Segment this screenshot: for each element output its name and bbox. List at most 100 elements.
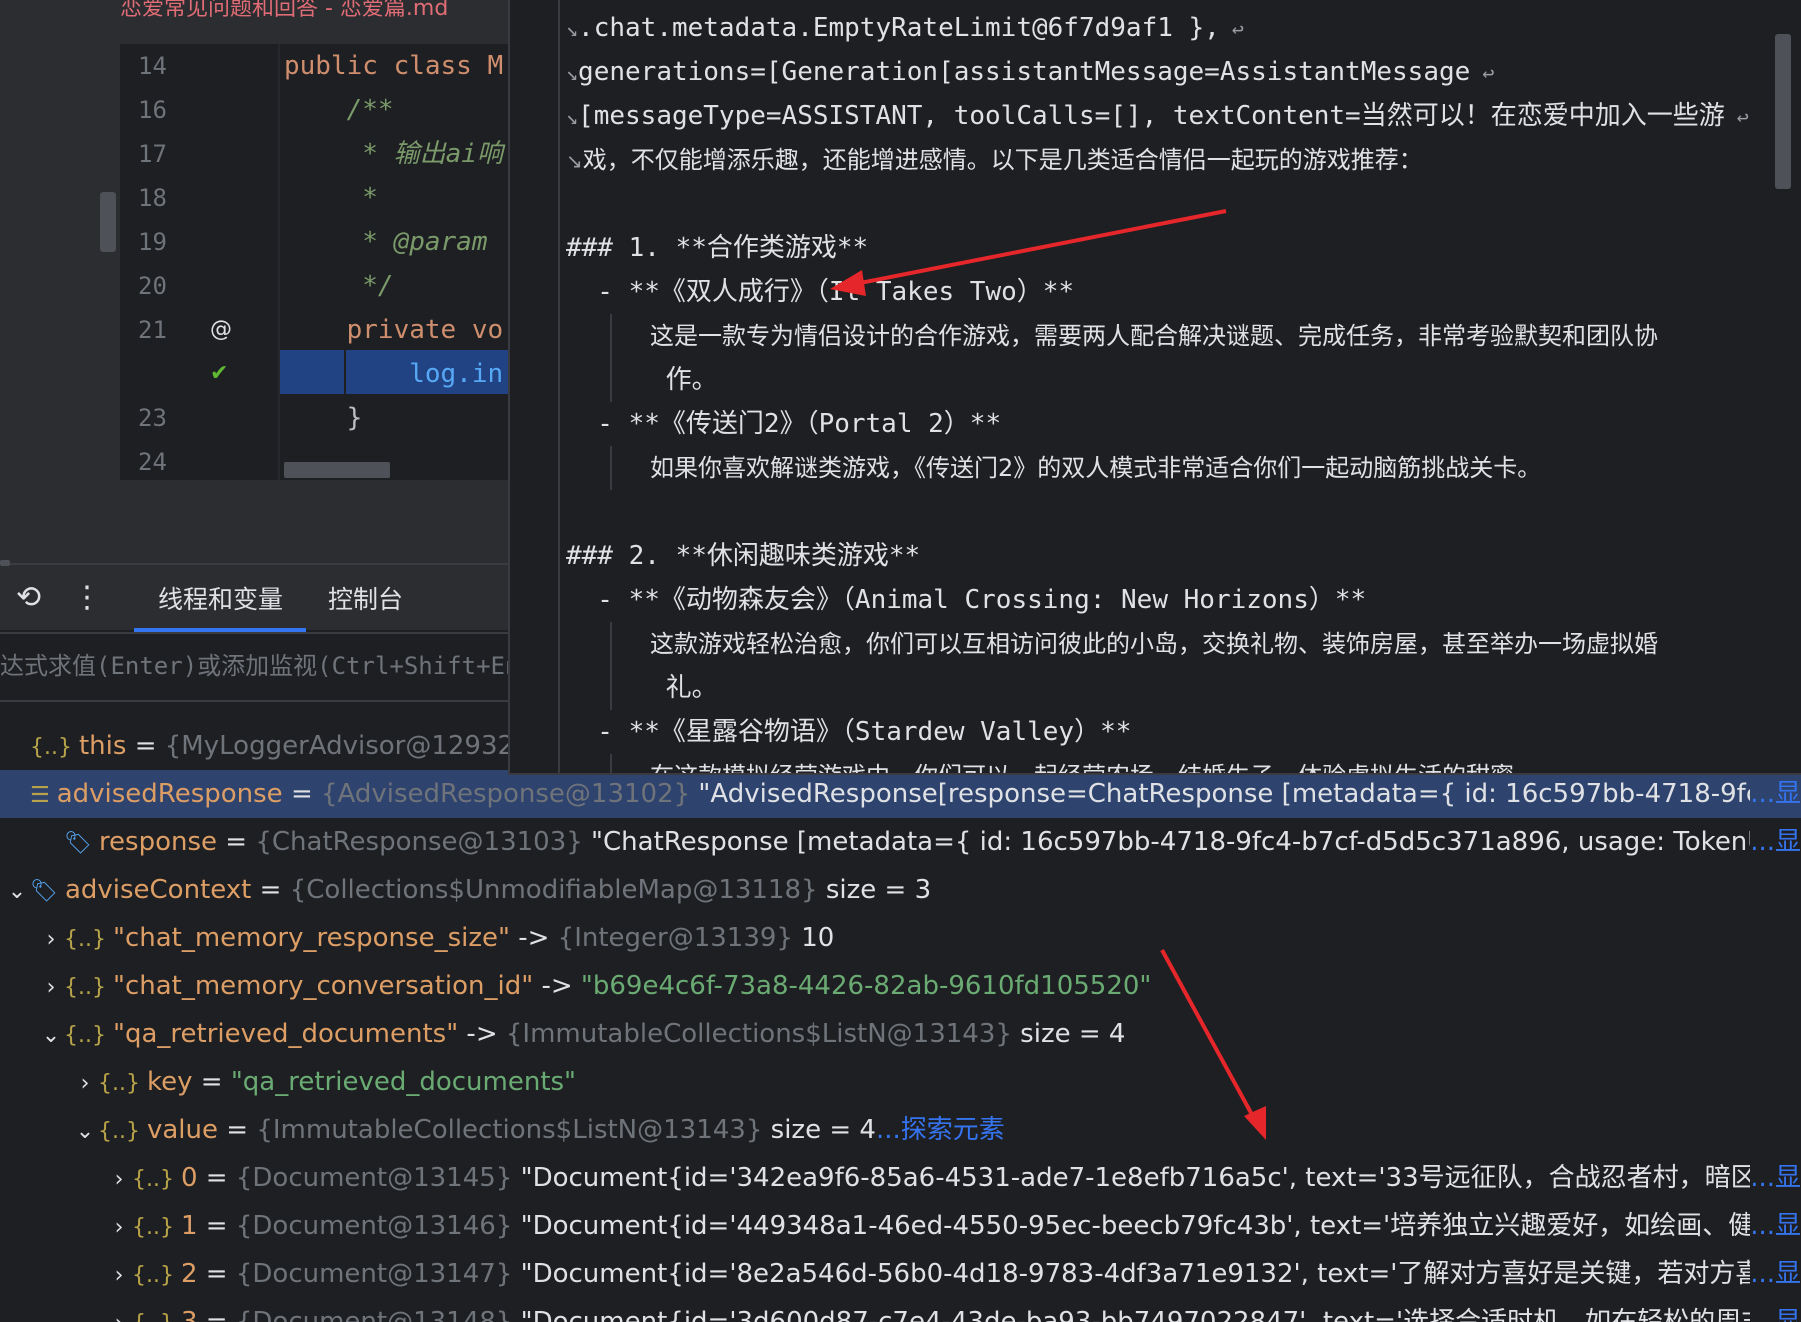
variable-row[interactable]: ›{..} 3 = {Document@13148} "Document{id=…	[0, 1298, 1801, 1322]
object-icon: {..}	[132, 1311, 181, 1322]
code-editor[interactable]: 恋爱常见问题和回答 - 恋爱篇.md 14 public class M 16 /*…	[0, 0, 510, 480]
popup-line: 这是一款专为情侣设计的合作游戏，需要两人配合解决谜题、完成任务，非常考验默契和团…	[650, 314, 1658, 358]
collapse-chevron-icon[interactable]: ⌄	[72, 1108, 98, 1154]
show-more-link[interactable]: ...显	[1750, 770, 1801, 818]
object-icon: {..}	[132, 1263, 181, 1288]
variable-name: "qa_retrieved_documents"	[112, 1019, 459, 1049]
expand-chevron-icon[interactable]: ›	[106, 1156, 132, 1202]
collapse-chevron-icon[interactable]: ⌄	[4, 868, 30, 914]
variable-row[interactable]: › {..} "chat_memory_response_size" -> {In…	[0, 914, 1801, 962]
tabs-divider	[0, 632, 510, 634]
code-line: *	[284, 183, 378, 213]
variable-type: {ImmutableCollections$ListN@13143}	[256, 1115, 763, 1145]
variable-value: size = 3	[817, 875, 932, 905]
variable-row[interactable]: ☰ advisedResponse = {AdvisedResponse@131…	[0, 770, 1801, 818]
gutter-row: ✔	[120, 352, 280, 396]
field-tag-icon: 🏷	[64, 831, 99, 856]
more-options-icon[interactable]: ⋮	[72, 580, 102, 616]
popup-line-text: [messageType=ASSISTANT, toolCalls=[], te…	[578, 101, 1725, 131]
collapse-chevron-icon[interactable]: ⌄	[38, 1012, 64, 1058]
show-more-link[interactable]: ...显	[1750, 1250, 1801, 1298]
show-more-link[interactable]: ...显	[1750, 1298, 1801, 1322]
variables-tree[interactable]: {..} this = {MyLoggerAdvisor@12932} ☰ adv…	[0, 712, 1801, 1322]
line-number: 20	[138, 272, 167, 300]
popup-line-text: - **《星露谷物语》（Stardew Valley）**	[566, 717, 1132, 747]
variable-operator: =	[192, 1067, 231, 1097]
popup-line: 礼。	[650, 666, 718, 710]
code-line: log.in	[284, 359, 504, 389]
variable-row[interactable]: 🏷 response = {ChatResponse@13103} "ChatR…	[0, 818, 1801, 866]
variable-row[interactable]: › {..} key = "qa_retrieved_documents"	[0, 1058, 1801, 1106]
variable-row[interactable]: › {..} 1 = {Document@13146} "Document{id=…	[0, 1202, 1801, 1250]
line-number: 21	[138, 316, 167, 344]
variable-row[interactable]: › {..} 0 = {Document@13145} "Document{id=…	[0, 1154, 1801, 1202]
popup-line-text: 这是一款专为情侣设计的合作游戏，需要两人配合解决谜题、完成任务，非常考验默契和团…	[650, 322, 1658, 350]
variable-row[interactable]: ⌄ {..} value = {ImmutableCollections$List…	[0, 1106, 1801, 1154]
rerun-icon[interactable]: ⟲	[16, 580, 41, 616]
override-marker-icon[interactable]: @	[210, 308, 232, 352]
popup-line-text: 如果你喜欢解谜类游戏，《传送门2》的双人模式非常适合你们一起动脑筋挑战关卡。	[650, 454, 1542, 482]
variable-type: {Document@13145}	[235, 1163, 513, 1193]
object-icon: {..}	[132, 1215, 181, 1240]
variable-row[interactable]: › {..} "chat_memory_conversation_id" -> "…	[0, 962, 1801, 1010]
expand-chevron-icon[interactable]: ›	[38, 964, 64, 1010]
popup-line-text: generations=[Generation[assistantMessage…	[578, 57, 1471, 87]
explore-elements-link[interactable]: ...探索元素	[876, 1115, 1005, 1145]
evaluate-expression-input[interactable]: 达式求值(Enter)或添加监视(Ctrl+Shift+Enter)	[0, 648, 510, 684]
variable-name: 0	[180, 1163, 198, 1193]
variable-row[interactable]: ⌄ {..} "qa_retrieved_documents" -> {Immut…	[0, 1010, 1801, 1058]
popup-line: - **《动物森友会》（Animal Crossing: New Horizon…	[566, 578, 1366, 622]
indent-guide	[610, 666, 612, 710]
variable-operator: =	[217, 827, 256, 857]
variable-name: advisedResponse	[56, 779, 283, 809]
line-number: 17	[138, 140, 167, 168]
variable-row[interactable]: ⌄ 🏷 adviseContext = {Collections$Unmodifi…	[0, 866, 1801, 914]
popup-line: ↘[messageType=ASSISTANT, toolCalls=[], t…	[566, 94, 1749, 139]
variable-operator: =	[251, 875, 290, 905]
popup-line-text: ### 1. **合作类游戏**	[566, 233, 869, 263]
show-more-link[interactable]: ...显	[1750, 1202, 1801, 1250]
expand-chevron-icon[interactable]: ›	[38, 916, 64, 962]
popup-scroll-thumb[interactable]	[1775, 34, 1791, 189]
expand-chevron-icon[interactable]: ›	[106, 1300, 132, 1322]
expand-chevron-icon[interactable]: ›	[106, 1204, 132, 1250]
variable-value: size = 4	[1011, 1019, 1126, 1049]
panel-resize-handle[interactable]	[0, 560, 10, 566]
variable-string-value: "b69e4c6f-73a8-4426-82ab-9610fd105520"	[580, 971, 1152, 1001]
variable-operator: =	[197, 1163, 236, 1193]
variable-name: 3	[180, 1307, 198, 1322]
show-more-link[interactable]: ...显	[1750, 818, 1801, 866]
popup-line-text: 礼。	[650, 673, 718, 703]
soft-wrap-start-icon: ↘	[566, 61, 579, 85]
popup-line: ### 2. **休闲趣味类游戏**	[566, 534, 920, 578]
popup-line: 如果你喜欢解谜类游戏，《传送门2》的双人模式非常适合你们一起动脑筋挑战关卡。	[650, 446, 1541, 490]
object-icon: {..}	[30, 735, 79, 760]
popup-line-text: 作。	[650, 365, 718, 395]
editor-file-tab[interactable]: 恋爱常见问题和回答 - 恋爱篇.md	[120, 0, 510, 26]
editor-scroll-thumb[interactable]	[100, 192, 116, 252]
variable-type: {Document@13147}	[235, 1259, 513, 1289]
field-tag-icon: 🏷	[30, 879, 65, 904]
breakpoint-check-icon[interactable]: ✔	[210, 352, 228, 396]
variable-name: 1	[180, 1211, 198, 1241]
indent-guide	[610, 314, 612, 358]
variable-name: "chat_memory_response_size"	[112, 923, 510, 953]
editor-horizontal-scroll-thumb[interactable]	[284, 462, 390, 478]
gutter-row: 21 @	[120, 308, 280, 352]
expand-chevron-icon[interactable]: ›	[72, 1060, 98, 1106]
variable-row[interactable]: › {..} 2 = {Document@13147} "Document{id=…	[0, 1250, 1801, 1298]
variable-type: {ChatResponse@13103}	[255, 827, 583, 857]
object-icon: {..}	[64, 975, 113, 1000]
value-popup[interactable]: ↘.chat.metadata.EmptyRateLimit@6f7d9af1 …	[508, 0, 1801, 775]
gutter-row: 20	[120, 264, 280, 308]
variable-name: "chat_memory_conversation_id"	[112, 971, 534, 1001]
variable-type: {MyLoggerAdvisor@12932}	[164, 731, 531, 761]
tab-console[interactable]: 控制台	[328, 580, 403, 620]
show-more-link[interactable]: ...显	[1750, 1154, 1801, 1202]
popup-line-text: - **《双人成行》（It Takes Two）**	[566, 277, 1075, 307]
variable-type: {ImmutableCollections$ListN@13143}	[505, 1019, 1012, 1049]
expand-chevron-icon[interactable]: ›	[106, 1252, 132, 1298]
variable-value: "Document{id='3d600d87-c7e4-43de-ba93-bb…	[520, 1307, 1801, 1322]
left-tool-rail	[0, 44, 120, 480]
tab-threads-variables[interactable]: 线程和变量	[158, 580, 283, 620]
